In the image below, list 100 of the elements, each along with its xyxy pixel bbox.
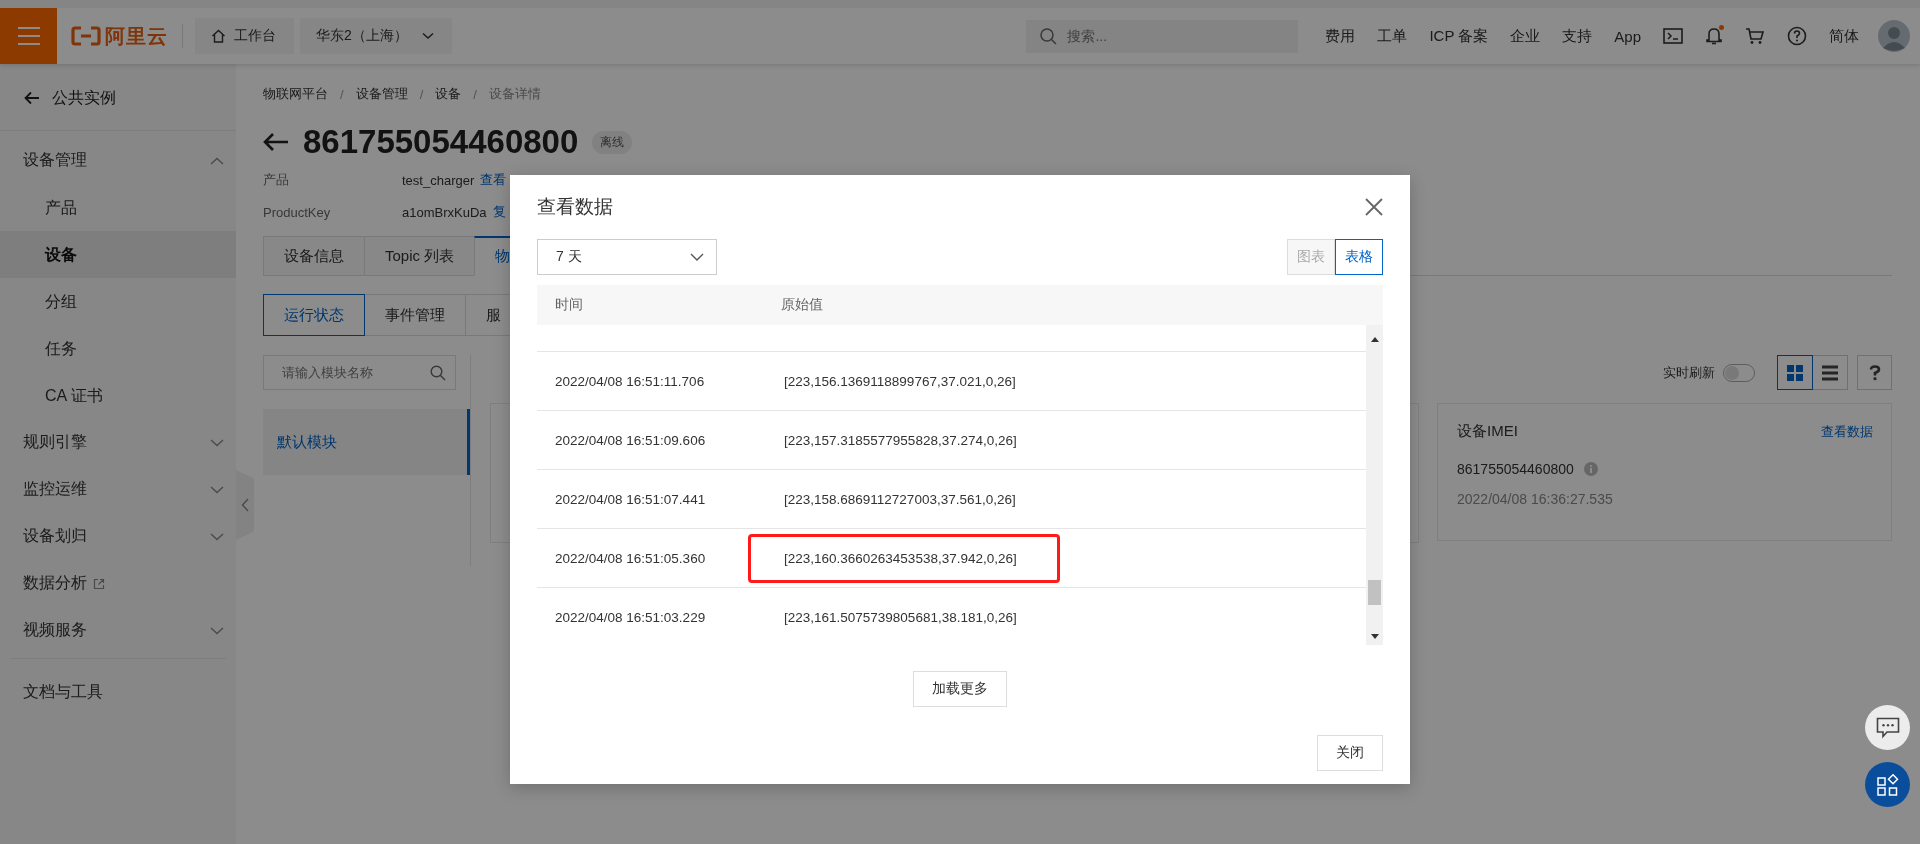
info-label: 产品	[263, 171, 290, 189]
load-more-button[interactable]: 加载更多	[913, 671, 1007, 707]
info-link[interactable]: 复	[492, 203, 506, 221]
sidebar-item[interactable]: CA 证书	[0, 372, 236, 419]
table-cell-text: 2022/04/08 16:51:11.706	[554, 373, 706, 389]
module-search-field[interactable]: 请输入模块名称	[263, 355, 456, 390]
chevron-down-icon	[421, 32, 434, 40]
sub-tab[interactable]: 运行状态	[263, 294, 365, 336]
breadcrumb-link[interactable]: 设备管理	[355, 85, 408, 103]
sidebar-item[interactable]: 分组	[0, 278, 236, 325]
back-link[interactable]: 公共实例	[0, 76, 236, 120]
sidebar-group-label: 规则引擎	[23, 432, 87, 452]
grid-view-button[interactable]	[1777, 355, 1813, 390]
apps-button[interactable]	[1865, 762, 1910, 807]
module-item[interactable]: 默认模块	[263, 409, 470, 475]
breadcrumb-separator: /	[340, 86, 344, 102]
sidebar-item[interactable]: 任务	[0, 325, 236, 372]
tab[interactable]: 设备信息	[263, 236, 365, 276]
search-icon	[430, 365, 446, 381]
sidebar-item[interactable]: 产品	[0, 184, 236, 231]
scroll-down-icon[interactable]	[1370, 634, 1379, 639]
sub-tab[interactable]: 事件管理	[364, 294, 466, 336]
table-cell-text: 2022/04/08 16:51:03.229	[554, 609, 707, 625]
table-cell-text: 2022/04/08 16:51:09.606	[554, 432, 707, 448]
list-view-button[interactable]	[1812, 355, 1848, 390]
search-field[interactable]: 搜索...	[1026, 19, 1299, 53]
help-icon[interactable]	[1787, 26, 1807, 46]
sidebar-group[interactable]: 设备划归	[0, 513, 236, 560]
bell-icon[interactable]	[1705, 26, 1723, 46]
table-cell-text: [223,158.6869112727003,37.561,0,26]	[783, 490, 1017, 509]
scrollbar-thumb[interactable]	[1368, 580, 1381, 605]
realtime-label: 实时刷新	[1663, 363, 1715, 382]
avatar[interactable]	[1878, 20, 1910, 52]
column-header: 原始值	[781, 296, 824, 314]
chat-icon	[1875, 716, 1900, 739]
top-nav-link[interactable]: 费用	[1325, 26, 1356, 46]
apps-icon	[1876, 773, 1899, 796]
close-button[interactable]: 关闭	[1317, 735, 1383, 771]
sidebar-group[interactable]: 设备管理	[0, 137, 236, 184]
help-button[interactable]	[1857, 355, 1892, 390]
grid-icon	[1787, 364, 1803, 381]
question-mark-icon	[1868, 364, 1881, 381]
top-nav-link[interactable]: ICP 备案	[1429, 26, 1489, 46]
table-cell-text: 2022/04/08 16:51:05.360	[554, 550, 707, 566]
search-icon	[1040, 27, 1058, 45]
sidebar-group[interactable]: 监控运维	[0, 466, 236, 513]
list-icon	[1822, 364, 1838, 381]
sidebar-group-label: 数据分析	[23, 573, 87, 593]
info-value: test_charger	[402, 172, 475, 188]
back-arrow-icon	[24, 91, 40, 105]
scrollbar[interactable]	[1366, 325, 1383, 645]
info-link[interactable]: 查看	[480, 171, 507, 189]
card-timestamp: 2022/04/08 16:36:27.535	[1457, 491, 1614, 507]
sidebar-item[interactable]: 设备	[0, 231, 236, 278]
sidebar-link[interactable]: 文档与工具	[0, 669, 236, 716]
sidebar-group-label: 视频服务	[23, 620, 87, 640]
back-label: 公共实例	[52, 87, 116, 108]
realtime-toggle[interactable]	[1723, 363, 1755, 382]
dialog-title: 查看数据	[537, 195, 613, 219]
chat-button[interactable]	[1865, 705, 1910, 750]
top-nav-link[interactable]: 支持	[1562, 26, 1593, 46]
region-dropdown[interactable]: 华东2（上海）	[300, 18, 452, 54]
tab[interactable]: Topic 列表	[364, 236, 476, 276]
range-dropdown[interactable]: 7 天	[537, 239, 717, 275]
breadcrumb-link[interactable]: 设备详情	[488, 85, 541, 103]
chevron-left-icon	[241, 498, 249, 512]
scroll-up-icon[interactable]	[1370, 337, 1379, 342]
language-link[interactable]: 简体	[1829, 26, 1859, 46]
back-arrow-icon[interactable]	[263, 132, 289, 152]
breadcrumb-separator: /	[473, 86, 477, 102]
status-badge: 离线	[592, 130, 633, 154]
sidebar-group-label: 设备管理	[23, 150, 87, 170]
sidebar-group[interactable]: 视频服务	[0, 607, 236, 654]
external-link-icon	[93, 577, 105, 590]
sidebar-group-label: 监控运维	[23, 479, 87, 499]
cart-icon[interactable]	[1745, 27, 1765, 45]
breadcrumb-link[interactable]: 物联网平台	[263, 85, 328, 103]
close-icon[interactable]	[1365, 198, 1383, 216]
top-nav-link[interactable]: 工单	[1377, 26, 1408, 46]
breadcrumb-link[interactable]: 设备	[435, 85, 462, 103]
breadcrumb-separator: /	[419, 86, 424, 102]
table-cell-text: [223,157.3185577955828,37.274,0,26]	[783, 431, 1018, 450]
table-cell-text: [223,161.5075739805681,38.181,0,26]	[783, 608, 1018, 627]
top-nav-link[interactable]: App	[1614, 27, 1641, 45]
device-title: 861755054460800	[303, 123, 579, 161]
view-mode-button[interactable]: 表格	[1335, 239, 1383, 275]
top-nav-link[interactable]: 企业	[1510, 26, 1541, 46]
card-title: 设备IMEI	[1457, 422, 1518, 441]
sidebar-link[interactable]: 数据分析	[0, 560, 236, 607]
info-label: ProductKey	[263, 204, 332, 220]
column-header: 时间	[554, 296, 584, 314]
workbench-button[interactable]: 工作台	[195, 18, 294, 54]
terminal-icon[interactable]	[1663, 28, 1683, 44]
view-data-link[interactable]: 查看数据	[1821, 422, 1873, 441]
table-cell: [223,160.3660263453538,37.942,0,26]	[748, 533, 1060, 583]
table-cell-text: 2022/04/08 16:51:07.441	[554, 491, 707, 507]
sidebar-group-label: 设备划归	[23, 526, 87, 546]
sidebar-group[interactable]: 规则引擎	[0, 419, 236, 466]
menu-icon	[17, 27, 40, 45]
logo-text: 阿里云	[105, 23, 168, 49]
